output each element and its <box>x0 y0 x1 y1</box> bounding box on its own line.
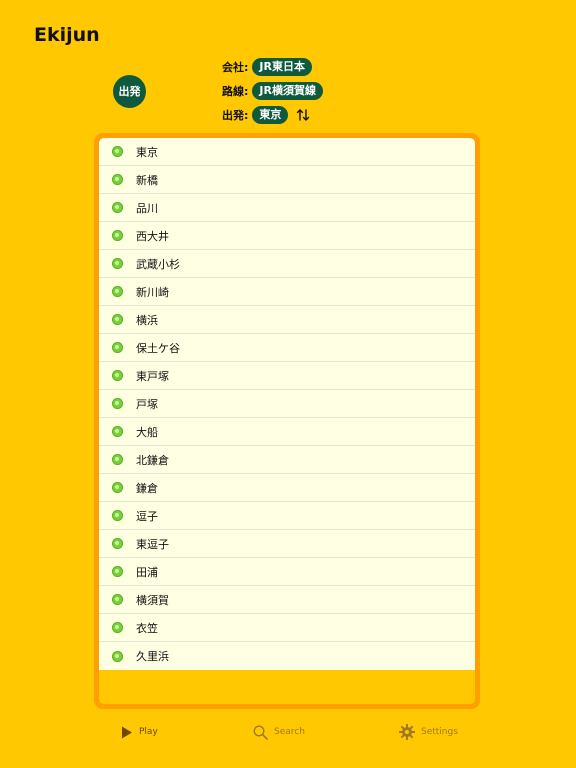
tab-bar: Play Search Settings <box>0 718 576 746</box>
tab-search-label: Search <box>274 727 305 737</box>
play-icon <box>122 726 132 738</box>
origin-label: 出発: <box>222 109 249 122</box>
station-name: 横浜 <box>136 313 158 327</box>
search-icon <box>253 724 268 740</box>
station-dot-icon <box>112 622 123 633</box>
station-dot-icon <box>112 398 123 409</box>
station-list-frame: 東京新橋品川西大井武蔵小杉新川崎横浜保土ケ谷東戸塚戸塚大船北鎌倉鎌倉逗子東逗子田… <box>94 133 480 709</box>
station-list-container[interactable]: 東京新橋品川西大井武蔵小杉新川崎横浜保土ケ谷東戸塚戸塚大船北鎌倉鎌倉逗子東逗子田… <box>99 138 475 704</box>
station-name: 北鎌倉 <box>136 453 169 467</box>
station-row[interactable]: 東戸塚 <box>99 362 475 390</box>
tab-search[interactable]: Search <box>253 718 305 746</box>
station-dot-icon <box>112 454 123 465</box>
station-dot-icon <box>112 510 123 521</box>
station-dot-icon <box>112 566 123 577</box>
station-dot-icon <box>112 202 123 213</box>
station-row[interactable]: 東京 <box>99 138 475 166</box>
app-title: Ekijun <box>34 24 100 46</box>
station-name: 大船 <box>136 425 158 439</box>
station-dot-icon <box>112 426 123 437</box>
station-row[interactable]: 品川 <box>99 194 475 222</box>
tab-settings-label: Settings <box>421 727 458 737</box>
swap-direction-icon[interactable] <box>296 108 310 122</box>
line-label: 路線: <box>222 85 249 98</box>
station-row[interactable]: 戸塚 <box>99 390 475 418</box>
tab-play[interactable]: Play <box>121 718 158 746</box>
station-name: 東戸塚 <box>136 369 169 383</box>
station-row[interactable]: 新川崎 <box>99 278 475 306</box>
station-row[interactable]: 横浜 <box>99 306 475 334</box>
station-name: 鎌倉 <box>136 481 158 495</box>
company-label: 会社: <box>222 61 249 74</box>
station-row[interactable]: 久里浜 <box>99 642 475 670</box>
station-dot-icon <box>112 538 123 549</box>
station-row[interactable]: 保土ケ谷 <box>99 334 475 362</box>
station-name: 逗子 <box>136 509 158 523</box>
station-list: 東京新橋品川西大井武蔵小杉新川崎横浜保土ケ谷東戸塚戸塚大船北鎌倉鎌倉逗子東逗子田… <box>99 138 475 670</box>
station-dot-icon <box>112 314 123 325</box>
station-name: 新橋 <box>136 173 158 187</box>
company-pill[interactable]: JR東日本 <box>252 58 312 76</box>
station-row[interactable]: 逗子 <box>99 502 475 530</box>
station-row[interactable]: 新橋 <box>99 166 475 194</box>
station-name: 武蔵小杉 <box>136 257 180 271</box>
station-row[interactable]: 北鎌倉 <box>99 446 475 474</box>
station-name: 品川 <box>136 201 158 215</box>
station-row[interactable]: 大船 <box>99 418 475 446</box>
station-row[interactable]: 西大井 <box>99 222 475 250</box>
station-dot-icon <box>112 258 123 269</box>
line-pill[interactable]: JR横須賀線 <box>252 82 323 100</box>
station-dot-icon <box>112 174 123 185</box>
station-name: 東京 <box>136 145 158 159</box>
company-row: 会社: JR東日本 <box>222 57 312 77</box>
line-row: 路線: JR横須賀線 <box>222 81 323 101</box>
tab-settings[interactable]: Settings <box>399 718 458 746</box>
station-dot-icon <box>112 650 123 662</box>
station-name: 衣笠 <box>136 621 158 635</box>
station-row[interactable]: 東逗子 <box>99 530 475 558</box>
station-name: 横須賀 <box>136 593 169 607</box>
station-dot-icon <box>112 342 123 353</box>
origin-pill[interactable]: 東京 <box>252 106 289 124</box>
tab-play-label: Play <box>139 727 158 737</box>
station-row[interactable]: 武蔵小杉 <box>99 250 475 278</box>
station-name: 東逗子 <box>136 537 169 551</box>
station-dot-icon <box>112 482 123 493</box>
station-row[interactable]: 横須賀 <box>99 586 475 614</box>
depart-button[interactable]: 出発 <box>113 75 146 108</box>
station-row[interactable]: 田浦 <box>99 558 475 586</box>
station-name: 保土ケ谷 <box>136 341 180 355</box>
station-name: 戸塚 <box>136 397 158 411</box>
station-name: 田浦 <box>136 565 158 579</box>
station-dot-icon <box>112 286 123 297</box>
station-name: 新川崎 <box>136 285 169 299</box>
station-dot-icon <box>112 230 123 241</box>
station-dot-icon <box>112 370 123 381</box>
gear-icon <box>399 724 415 740</box>
station-row[interactable]: 衣笠 <box>99 614 475 642</box>
station-dot-icon <box>112 594 123 605</box>
station-dot-icon <box>112 146 123 157</box>
station-row[interactable]: 鎌倉 <box>99 474 475 502</box>
origin-row: 出発: 東京 <box>222 105 310 125</box>
station-name: 久里浜 <box>136 650 169 663</box>
station-name: 西大井 <box>136 229 169 243</box>
